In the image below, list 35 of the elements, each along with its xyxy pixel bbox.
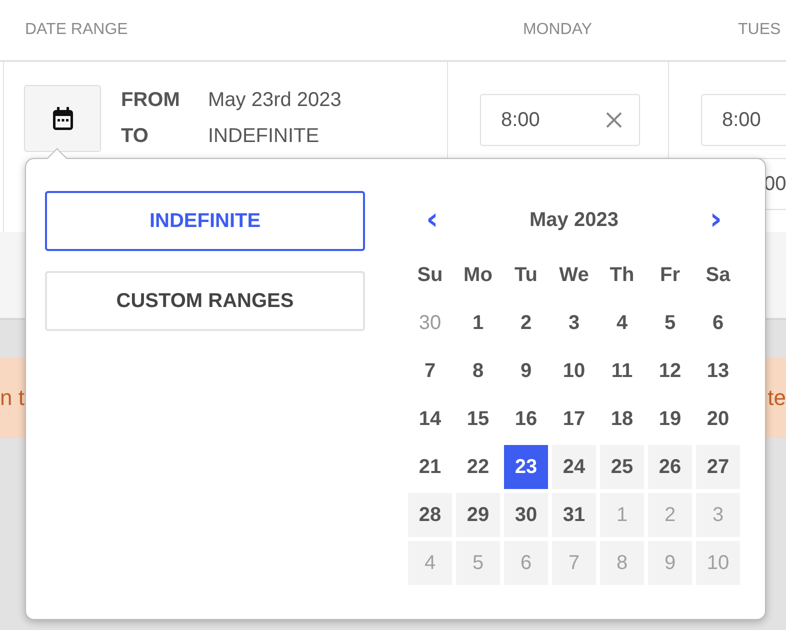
time-field[interactable]: 8:00 bbox=[480, 94, 640, 146]
weekday-label: Fr bbox=[659, 262, 681, 288]
from-date: May 23rd 2023 bbox=[208, 89, 342, 112]
weekday-label: Mo bbox=[462, 262, 494, 288]
day-cell[interactable]: 25 bbox=[600, 445, 644, 489]
day-cell[interactable]: 28 bbox=[408, 493, 452, 537]
weekday-label: Tu bbox=[514, 262, 538, 288]
day-cell[interactable]: 23 bbox=[504, 445, 548, 489]
day-cell[interactable]: 24 bbox=[552, 445, 596, 489]
time-field[interactable]: 8:00 bbox=[701, 94, 786, 146]
column-header: MONDAY bbox=[522, 21, 592, 39]
day-cell[interactable]: 31 bbox=[552, 493, 596, 537]
weekday-label: Th bbox=[608, 262, 636, 288]
weekday-label: We bbox=[558, 262, 590, 288]
to-label: TO bbox=[121, 125, 150, 148]
range-option-button[interactable]: INDEFINITE bbox=[45, 191, 365, 251]
day-cell[interactable]: 30 bbox=[504, 493, 548, 537]
day-cell[interactable]: 29 bbox=[456, 493, 500, 537]
weekday-label: Su bbox=[416, 262, 444, 288]
clear-icon[interactable] bbox=[605, 111, 623, 129]
weekday-label: Sa bbox=[704, 262, 732, 288]
day-cell[interactable]: 26 bbox=[648, 445, 692, 489]
from-label: FROM bbox=[121, 89, 181, 112]
calendar-icon bbox=[52, 106, 74, 130]
column-header: DATE RANGE bbox=[25, 21, 128, 39]
previous-month-button[interactable]: ‹ bbox=[420, 205, 444, 235]
day-cell[interactable]: 27 bbox=[696, 445, 740, 489]
month-title: May 2023 bbox=[530, 208, 618, 232]
banner-text: te bbox=[768, 385, 786, 411]
next-month-button[interactable]: › bbox=[704, 205, 728, 235]
calendar-button[interactable] bbox=[24, 85, 101, 152]
range-option-button[interactable]: CUSTOM RANGES bbox=[45, 271, 365, 331]
to-date: INDEFINITE bbox=[208, 125, 320, 148]
column-header: TUES bbox=[738, 21, 781, 39]
banner-text: n t bbox=[0, 385, 24, 411]
